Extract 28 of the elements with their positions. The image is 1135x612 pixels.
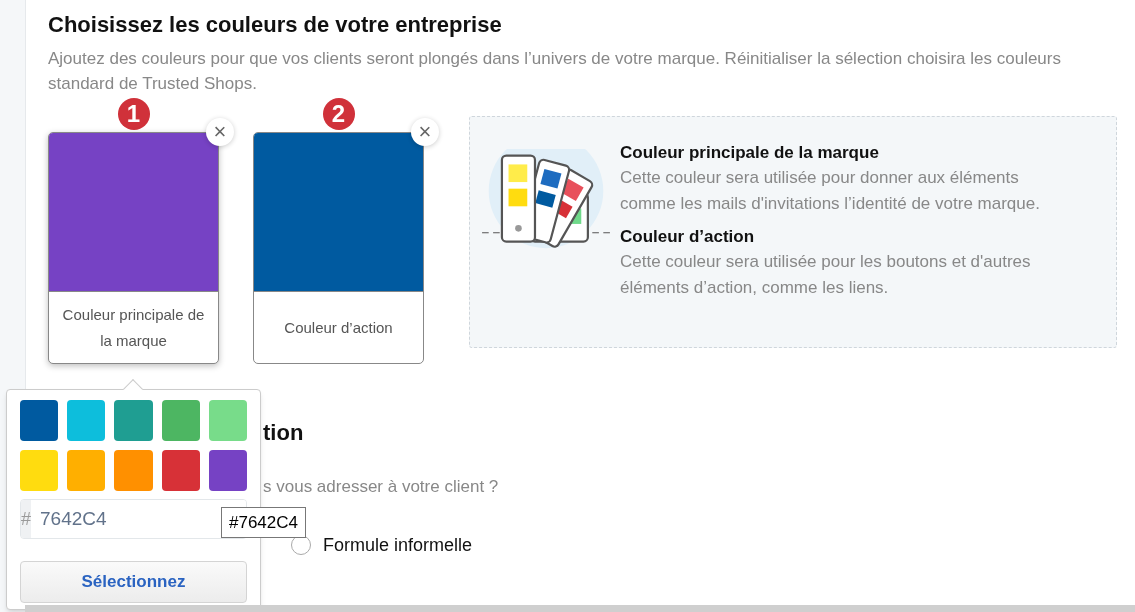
tooltip: #7642C4 [221, 507, 306, 538]
color-swatch[interactable] [161, 450, 200, 491]
section-title: tion [263, 419, 304, 447]
info-text: Cette couleur sera utilisée pour donner aux éléments comme les mails d'invitations l’identité de votre marque. [620, 167, 1041, 215]
color-swatch[interactable] [114, 400, 153, 441]
color-swatch[interactable] [67, 450, 106, 491]
card-label: Couleur d’action [284, 317, 393, 338]
remove-button[interactable]: × [206, 118, 234, 146]
card-label: Couleur principale de la marque [61, 304, 206, 351]
color-swatch[interactable] [20, 400, 59, 441]
step-number-badge: 1 [117, 98, 150, 130]
select-button[interactable]: Sélectionnez [20, 561, 247, 603]
info-title: Couleur principale de la marque [620, 142, 879, 164]
step-number-badge: 2 [322, 98, 355, 130]
info-text: Cette couleur sera utilisée pour les boutons et d'autres éléments d’action, comme les liens. [620, 251, 1032, 299]
section-title: Choisissez les couleurs de votre entreprise [48, 11, 503, 39]
hash-prefix: # [21, 500, 31, 538]
info-title: Couleur d’action [620, 226, 755, 248]
color-swatch[interactable] [114, 450, 153, 491]
color-swatch[interactable] [20, 450, 59, 491]
radio-label: Formule informelle [323, 533, 473, 557]
color-swatch[interactable] [208, 450, 247, 491]
remove-button[interactable]: × [411, 118, 439, 146]
color-swatch[interactable] [208, 400, 247, 441]
color-swatch[interactable] [67, 400, 106, 441]
section-description: Ajoutez des couleurs pour que vos clients seront plongés dans l’univers de votre marque. Réinitialiser la sélection choisira les couleurs standard de Trusted Shops. [48, 48, 1062, 95]
color-swatch[interactable] [161, 400, 200, 441]
question-text: s vous adresser à votre client ? [263, 476, 499, 498]
